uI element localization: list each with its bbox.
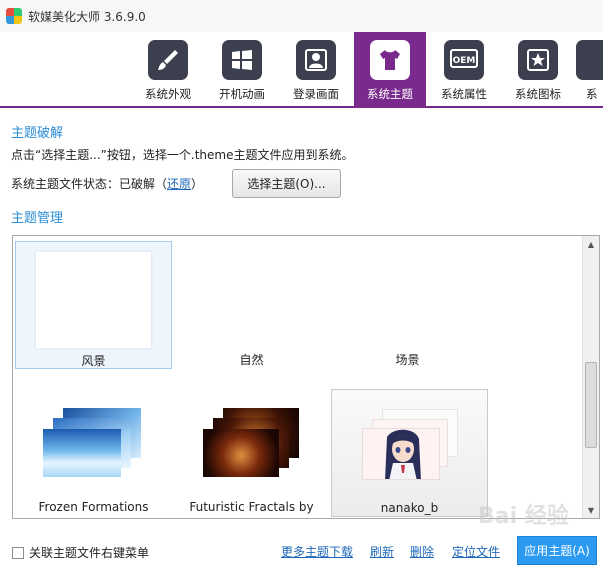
theme-name: Futuristic Fractals by	[189, 500, 314, 514]
theme-item-nature[interactable]: 自然	[173, 241, 330, 369]
associate-context-menu-checkbox[interactable]	[12, 546, 24, 559]
theme-thumbnail	[36, 252, 151, 348]
star-icon	[518, 40, 558, 80]
scrollbar-thumb[interactable]	[585, 362, 597, 448]
tab-label: 系统外观	[145, 87, 191, 101]
restore-link[interactable]: 还原	[167, 177, 191, 191]
apply-theme-button[interactable]: 应用主题(A)	[517, 536, 597, 565]
app-logo-icon	[6, 8, 22, 24]
toolbar-divider	[0, 106, 603, 108]
choose-theme-button[interactable]: 选择主题(O)...	[232, 169, 341, 198]
tab-label: 系统主题	[367, 87, 413, 101]
main-toolbar: 系统外观 开机动画 登录画面 系统主题 OEM 系统属性 系统图标 系	[0, 32, 603, 106]
tab-system-theme[interactable]: 系统主题	[354, 32, 426, 106]
user-icon	[296, 40, 336, 80]
scroll-down-arrow-icon[interactable]: ▼	[583, 502, 599, 518]
theme-name: 风景	[81, 354, 106, 368]
theme-item-scene[interactable]: 场景	[329, 241, 486, 369]
section-title-theme-crack: 主题破解	[11, 126, 64, 141]
tab-system-properties[interactable]: OEM 系统属性	[428, 32, 500, 106]
scroll-up-arrow-icon[interactable]: ▲	[583, 236, 599, 252]
status-suffix: ）	[191, 177, 204, 191]
tab-label: 登录画面	[293, 87, 339, 101]
brush-icon	[148, 40, 188, 80]
tab-label: 系统图标	[515, 87, 561, 101]
tab-more-partial[interactable]: 系	[576, 32, 603, 106]
delete-link[interactable]: 删除	[410, 543, 434, 560]
theme-item-nanako-b[interactable]: nanako_b	[331, 389, 488, 517]
more-themes-download-link[interactable]: 更多主题下载	[281, 543, 353, 560]
theme-name: Frozen Formations	[38, 500, 149, 514]
associate-context-menu-option[interactable]: 关联主题文件右键菜单	[12, 544, 149, 561]
tab-label: 系	[586, 87, 598, 101]
tshirt-icon	[370, 40, 410, 80]
tab-system-icons[interactable]: 系统图标	[502, 32, 574, 106]
tab-label: 系统属性	[441, 87, 487, 101]
refresh-link[interactable]: 刷新	[370, 543, 394, 560]
section-title-theme-manage: 主题管理	[11, 211, 64, 226]
theme-name: 场景	[395, 353, 420, 367]
theme-list[interactable]: 风景 自然 场景 Frozen Formations Futuristic Fr…	[12, 235, 600, 519]
theme-list-scrollbar[interactable]: ▲ ▼	[582, 236, 599, 518]
locate-file-link[interactable]: 定位文件	[452, 543, 500, 560]
theme-thumbnail	[203, 429, 279, 477]
theme-item-frozen-formations[interactable]: Frozen Formations	[15, 389, 172, 517]
theme-name: nanako_b	[380, 501, 439, 515]
tab-boot-animation[interactable]: 开机动画	[206, 32, 278, 106]
window-title: 软媒美化大师 3.6.9.0	[28, 9, 146, 24]
theme-thumbnail	[43, 429, 121, 477]
tab-system-appearance[interactable]: 系统外观	[132, 32, 204, 106]
tab-login-screen[interactable]: 登录画面	[280, 32, 352, 106]
title-bar: 软媒美化大师 3.6.9.0	[0, 0, 603, 32]
svg-text:OEM: OEM	[453, 56, 476, 66]
associate-context-menu-label: 关联主题文件右键菜单	[29, 546, 150, 560]
oem-icon: OEM	[444, 40, 484, 80]
theme-name: 自然	[239, 353, 264, 367]
theme-item-futuristic-fractals[interactable]: Futuristic Fractals by	[173, 389, 330, 517]
anime-character-thumbnail	[362, 428, 440, 480]
theme-file-status: 系统主题文件状态：已破解（还原）	[11, 175, 203, 192]
windows-logo-icon	[222, 40, 262, 80]
partial-icon	[576, 40, 603, 80]
tab-label: 开机动画	[219, 87, 265, 101]
theme-crack-description: 点击“选择主题...”按钮，选择一个.theme主题文件应用到系统。	[11, 148, 354, 162]
status-text: 系统主题文件状态：已破解（	[11, 177, 168, 191]
theme-item-scenery[interactable]: 风景	[15, 241, 172, 369]
